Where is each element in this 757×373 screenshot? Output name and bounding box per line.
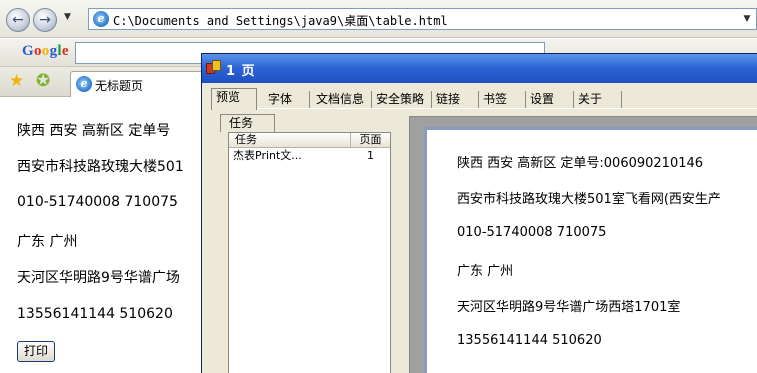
google-logo: Google [22, 43, 69, 59]
preview-area: 陕西 西安 高新区 定单号:006090210146 西安市科技路玫瑰大楼501… [409, 116, 757, 373]
ie-tab-icon: e [76, 76, 92, 92]
tab-title: 无标题页 [95, 79, 144, 93]
tab-settings[interactable]: 设置 [526, 91, 574, 108]
window-title: 1 页 [226, 64, 256, 79]
task-panel: 任务 任务 页面 杰表Print文... 1 [220, 114, 395, 373]
address-bar[interactable]: e C:\Documents and Settings\java9\桌面\tab… [88, 8, 757, 30]
app-icon [206, 60, 222, 76]
forward-button[interactable]: → [33, 8, 57, 32]
ie-page-icon: e [93, 11, 109, 27]
address-text[interactable]: C:\Documents and Settings\java9\桌面\table… [113, 12, 448, 29]
page-line: 陕西 西安 高新区 定单号 [17, 123, 171, 139]
forward-arrow-icon: → [39, 12, 51, 28]
paper-line: 010-51740008 710075 [457, 225, 607, 240]
tab-about[interactable]: 关于 [574, 91, 622, 108]
page-line: 天河区华明路9号华谱广场 [17, 270, 180, 286]
page-line: 13556141144 510620 [17, 306, 173, 322]
browser-tab[interactable]: e 无标题页 [70, 71, 205, 97]
preview-tabstrip: 预览 字体 文档信息 安全策略 链接 书签 设置 关于 [211, 88, 757, 110]
task-name: 杰表Print文... [233, 149, 302, 162]
column-header-task[interactable]: 任务 [229, 133, 351, 148]
add-favorite-icon[interactable]: ✪ [36, 72, 50, 90]
task-page: 1 [367, 149, 374, 162]
tab-preview[interactable]: 预览 [211, 88, 257, 110]
page-line: 广东 广州 [17, 234, 78, 250]
preview-paper: 陕西 西安 高新区 定单号:006090210146 西安市科技路玫瑰大楼501… [424, 127, 757, 373]
history-dropdown-icon[interactable]: ▼ [64, 12, 71, 22]
task-list[interactable]: 任务 页面 杰表Print文... 1 [228, 132, 391, 373]
print-preview-window: 1 页 预览 字体 文档信息 安全策略 链接 书签 设置 关于 任务 任务 页面… [201, 53, 757, 373]
tab-font[interactable]: 字体 [264, 91, 310, 108]
tab-links[interactable]: 链接 [432, 91, 479, 108]
tab-bookmarks[interactable]: 书签 [479, 91, 526, 108]
column-header-page[interactable]: 页面 [351, 133, 390, 148]
paper-line: 13556141144 510620 [457, 333, 602, 348]
back-arrow-icon: ← [12, 12, 24, 28]
list-item[interactable]: 杰表Print文... 1 [229, 149, 390, 163]
panel-splitter[interactable] [399, 114, 409, 373]
paper-line: 西安市科技路玫瑰大楼501室飞看网(西安生产 [457, 192, 721, 207]
paper-line: 陕西 西安 高新区 定单号:006090210146 [457, 156, 704, 171]
page-line: 010-51740008 710075 [17, 194, 178, 210]
tab-document-info[interactable]: 文档信息 [312, 91, 372, 108]
paper-line: 天河区华明路9号华谱广场西塔1701室 [457, 300, 681, 315]
page-line: 西安市科技路玫瑰大楼501 [17, 159, 184, 175]
window-titlebar[interactable]: 1 页 [202, 54, 757, 83]
navigation-bar: ← → ▼ e C:\Documents and Settings\java9\… [0, 0, 757, 38]
address-dropdown-icon[interactable]: ▼ [740, 11, 754, 27]
paper-line: 广东 广州 [457, 264, 514, 279]
print-button[interactable]: 打印 [17, 341, 55, 362]
task-tab[interactable]: 任务 [220, 114, 275, 132]
back-button[interactable]: ← [6, 8, 30, 32]
tab-security[interactable]: 安全策略 [372, 91, 432, 108]
favorites-star-icon[interactable]: ★ [9, 72, 24, 90]
list-header: 任务 页面 [229, 133, 390, 148]
